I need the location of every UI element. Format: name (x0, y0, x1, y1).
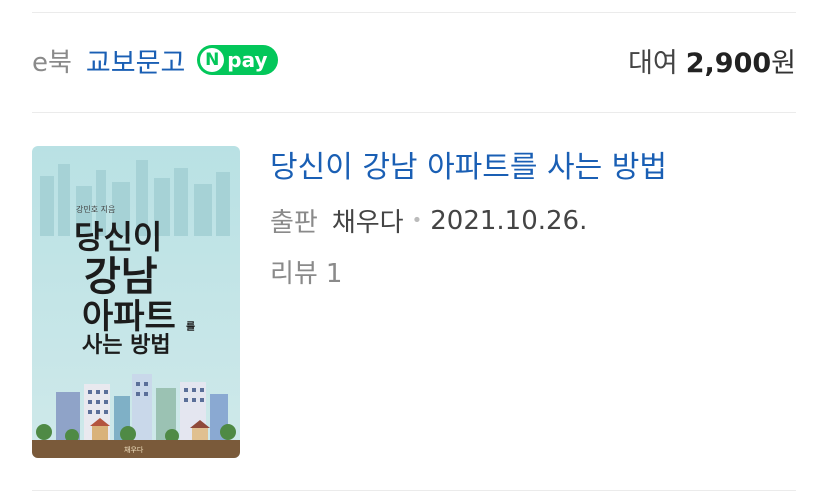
cover-title-line2: 강남 (84, 254, 158, 300)
publisher-label: 출판 (270, 208, 318, 238)
top-divider (32, 12, 796, 13)
review-info[interactable]: 리뷰 1 (270, 253, 667, 290)
rental-price[interactable]: 대여 2,900원 (628, 41, 796, 80)
publisher-name: 채우다 (331, 208, 404, 238)
bottom-divider (32, 490, 796, 491)
cover-publisher-mark: 채우다 (124, 445, 144, 454)
ebook-label: e북 (32, 47, 72, 78)
book-cover-illustration: 강민호 지음 당신이 강남 아파트 를 사는 방법 채우다 (32, 146, 240, 458)
book-info: 당신이 강남 아파트를 사는 방법 출판 채우다 • 2021.10.26. 리… (270, 148, 667, 290)
store-name-link[interactable]: 교보문고 (86, 41, 185, 80)
book-title-link[interactable]: 당신이 강남 아파트를 사는 방법 (270, 148, 667, 188)
publication-date: 2021.10.26. (430, 205, 588, 236)
cover-title-line3: 아파트 (82, 297, 176, 337)
npay-n-icon: N (200, 48, 225, 72)
cover-author: 강민호 지음 (76, 204, 115, 214)
price-amount: 2,900 (685, 47, 772, 79)
store-offer-row[interactable]: e북 교보문고 N pay 대여 2,900원 (32, 40, 796, 80)
cover-title-line3-small: 를 (186, 321, 195, 333)
cover-title-line1: 당신이 (74, 218, 162, 256)
price-unit: 원 (771, 47, 796, 79)
review-count: 1 (325, 259, 343, 289)
price-label: 대여 (628, 47, 678, 79)
middle-divider (32, 112, 796, 113)
npay-badge: N pay (197, 45, 278, 75)
book-cover-image[interactable]: 강민호 지음 당신이 강남 아파트 를 사는 방법 채우다 (32, 146, 240, 458)
separator-dot: • (411, 210, 423, 231)
cover-title-line4: 사는 방법 (82, 333, 171, 358)
publication-info: 출판 채우다 • 2021.10.26. (270, 202, 667, 239)
review-label: 리뷰 (270, 259, 318, 289)
npay-text: pay (227, 48, 268, 72)
